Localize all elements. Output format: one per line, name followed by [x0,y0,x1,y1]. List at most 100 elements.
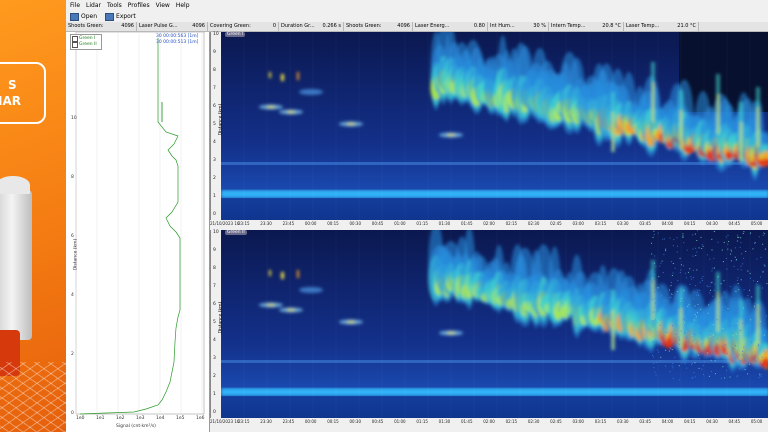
profile-y-tick: 2 [71,352,74,357]
profile-y-tick: 4 [71,293,74,298]
status-value: 30 % [533,23,546,29]
status-value: 21.0 °C [677,23,696,29]
time-tick: 04:15 [683,221,696,226]
heatmap-svg-top [220,32,768,220]
profile-x-tick: 1e5 [176,416,185,421]
time-tick: 03:30 [617,221,629,226]
heatmap-y-tick: 0 [213,212,216,217]
promo-banner: S IAR [0,0,66,432]
time-tick: 04:45 [728,221,741,226]
lidar-heatmap-bottom[interactable]: Distance (km) 10 9 8 7 6 5 4 3 2 1 0 Green II [210,230,768,418]
menu-bar: File Lidar Tools Profiles View Help [66,0,768,11]
status-label: Laser Temp... [626,23,660,29]
status-label: Shoots Green: [68,23,104,29]
menu-item-view[interactable]: View [156,0,170,11]
status-label: Laser Pulse G... [139,23,178,29]
time-tick: 01:00 [394,221,406,226]
legend-item-green2[interactable]: Green II [72,42,100,48]
time-tick: 01:15 [416,221,428,226]
legend-label: Green II [79,42,97,47]
heatmap-y-tick: 7 [213,86,216,91]
status-value: 4096 [397,23,410,29]
open-button[interactable]: Open [70,11,97,22]
time-tick: 04:30 [706,419,718,424]
time-tick: 03:45 [639,419,651,424]
profile-x-tick: 1e2 [116,416,125,421]
menu-item-profiles[interactable]: Profiles [128,0,150,11]
heatmap-y-axis: Distance (km) 10 9 8 7 6 5 4 3 2 1 0 [211,32,224,220]
heatmap-y-tick: 8 [213,68,216,73]
time-tick: 04:45 [728,419,741,424]
menu-item-tools[interactable]: Tools [107,0,122,11]
time-tick: 02:45 [550,419,562,424]
export-icon [105,12,115,21]
export-button[interactable]: Export [105,11,136,22]
heatmap-y-tick: 3 [213,356,216,361]
heatmap-y-tick: 2 [213,176,216,181]
panel-tag: Green I [225,32,246,37]
status-label: Intern Temp... [551,23,586,29]
profile-x-tick: 1e3 [136,416,145,421]
time-tick: 23:45 [282,221,295,226]
decorative-grid [0,362,66,432]
panel-tag: Green II [225,230,247,235]
heatmap-y-tick: 7 [213,284,216,289]
status-label: Int Hum... [490,23,515,29]
time-tick: 02:45 [550,221,562,226]
time-tick: 03:45 [639,221,651,226]
time-tick: 00:15 [327,419,339,424]
status-label: Duration Gr... [281,23,315,29]
time-tick: 00:45 [371,419,384,424]
status-cell: Intern Temp... 20.8 °C [549,22,624,31]
heatmap-y-tick: 3 [213,158,216,163]
lidar-app-window: File Lidar Tools Profiles View Help Open Expo… [66,0,768,432]
time-tick: 00:45 [371,221,384,226]
time-axis-top: 21/10/2023 16:23:15 23:30 23:45 00:00 00:15 0… [210,221,768,227]
status-label: Covering Green: [210,23,251,29]
folder-icon [70,12,79,21]
heatmap-y-tick: 9 [213,248,216,253]
open-label: Open [81,13,98,20]
time-tick: 03:30 [617,419,629,424]
time-tick: 05:00 [750,221,763,226]
menu-item-help[interactable]: Help [176,0,190,11]
time-tick: 04:15 [683,419,696,424]
menu-item-file[interactable]: File [70,0,80,11]
time-tick: 03:00 [572,221,584,226]
profile-x-tick: 1e0 [76,416,85,421]
heatmap-y-title: Distance (km) [218,103,224,135]
menu-item-lidar[interactable]: Lidar [86,0,101,11]
time-tick: 04:00 [661,221,674,226]
heatmap-y-tick: 10 [213,32,219,37]
heatmap-y-tick: 8 [213,266,216,271]
time-tick: 02:15 [505,221,518,226]
time-tick: 23:15 [238,221,250,226]
time-tick: 00:30 [349,221,362,226]
status-cell: Int Hum... 30 % [488,22,549,31]
profile-legend: Green I Green II [70,34,102,50]
time-tick: 03:00 [572,419,584,424]
time-tick: 01:30 [438,419,451,424]
profile-x-tick: 1e6 [196,416,205,421]
time-tick: 00:00 [304,419,317,424]
time-tick: 03:15 [594,221,607,226]
heatmap-y-tick: 10 [213,230,219,235]
heatmap-y-tick: 6 [213,104,216,109]
status-cell: Laser Temp... 21.0 °C [624,22,699,31]
heatmap-y-tick: 9 [213,50,216,55]
profile-y-tick: 10 [71,116,77,121]
time-tick: 02:30 [527,419,540,424]
lidar-heatmap-top[interactable]: Distance (km) 10 9 8 7 6 5 4 3 2 1 0 Green I [210,32,768,220]
time-tick: 05:00 [750,419,763,424]
time-tick: 01:45 [460,221,473,226]
status-value: 0.80 [473,23,485,29]
status-cell: Laser Energ... 0.80 [413,22,488,31]
status-cell: Shoots Green: 4096 [66,22,137,31]
time-tick: 01:45 [460,419,473,424]
time-tick: 02:00 [483,419,495,424]
checkbox-icon[interactable] [72,42,78,48]
profile-y-tick: 8 [71,175,74,180]
status-value: 4096 [192,23,205,29]
heatmap-y-tick: 1 [213,194,216,199]
profile-plot: Green I Green II 30 00:00:563 [1m] 30 00… [66,32,210,432]
